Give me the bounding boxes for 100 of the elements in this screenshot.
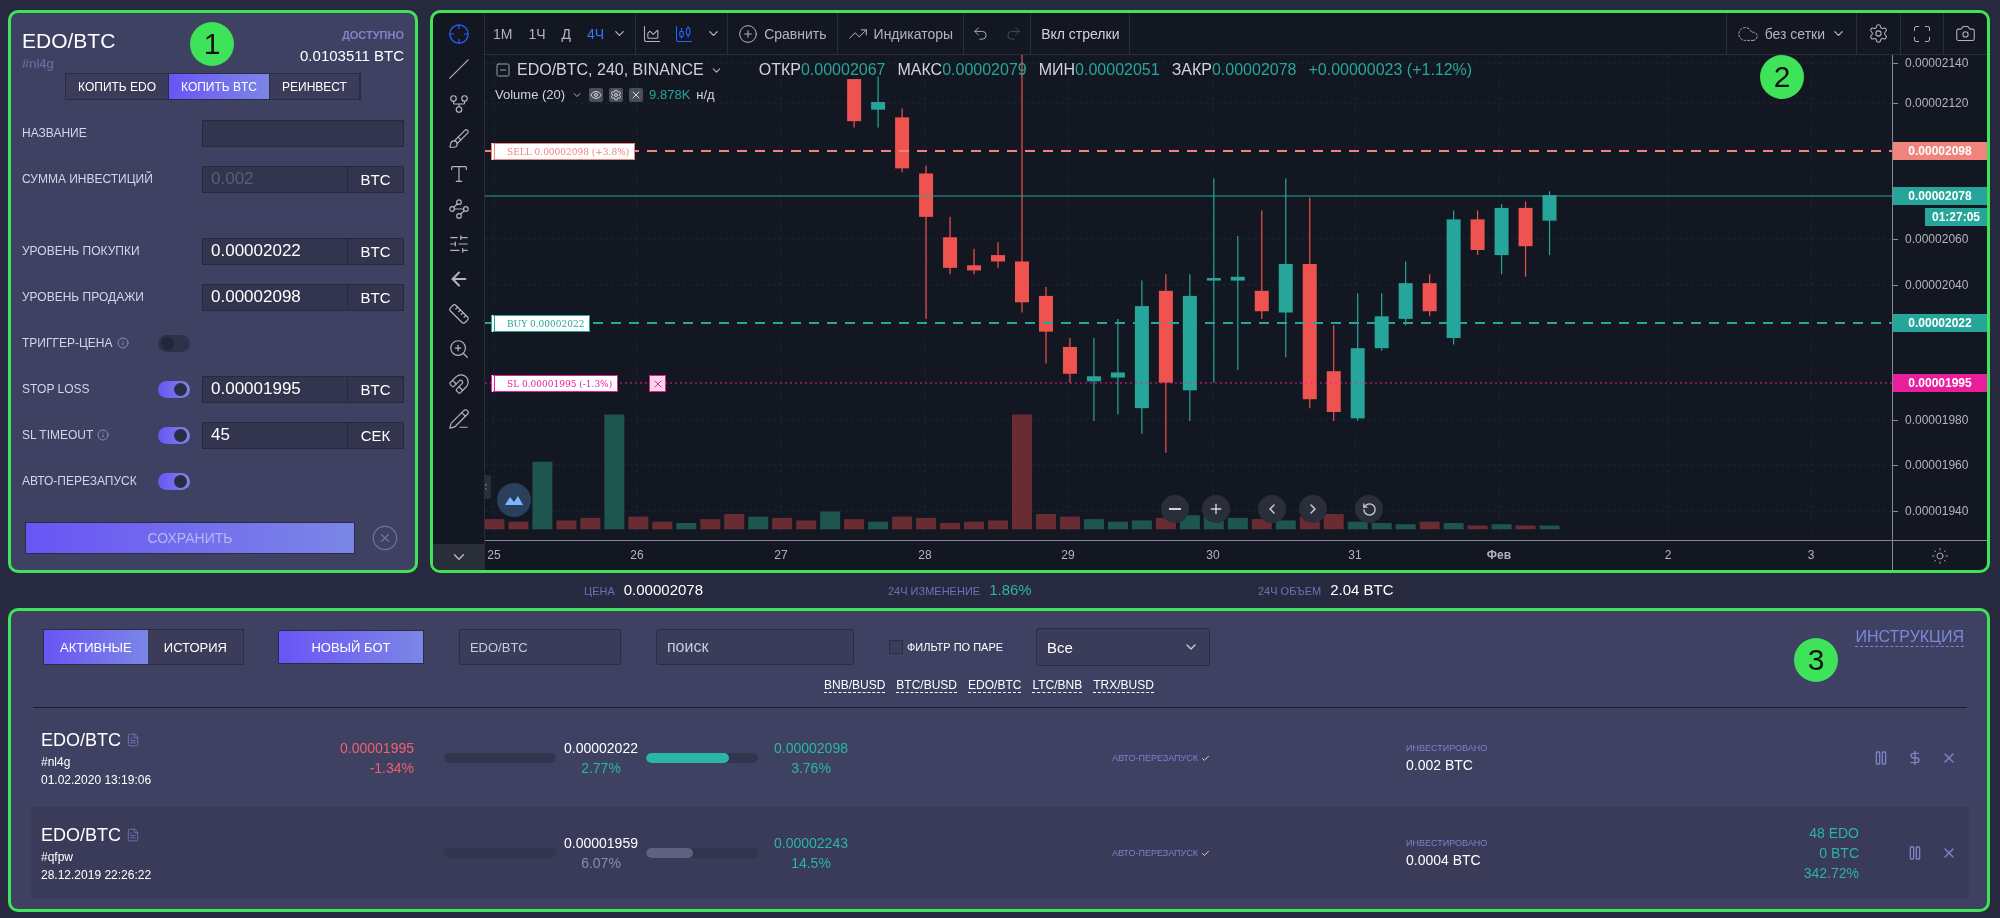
field-label: АВТО-ПЕРЕЗАПУСК bbox=[22, 474, 137, 488]
volume-bar bbox=[1347, 521, 1368, 530]
axis-tick-label: 25 bbox=[487, 548, 501, 562]
axis-tick-label: 27 bbox=[774, 548, 788, 562]
pause-icon[interactable] bbox=[1907, 845, 1923, 861]
bot-tag: #qfpw bbox=[41, 849, 74, 864]
symbol-title[interactable]: EDO/BTC, 240, BINANCE bbox=[517, 61, 704, 79]
zoom-in-button[interactable] bbox=[1202, 495, 1230, 523]
price-field[interactable]: 0.00002098 bbox=[202, 283, 348, 311]
field-label: УРОВЕНЬ ПОКУПКИ bbox=[22, 244, 140, 258]
pair-link[interactable]: EDO/BTC bbox=[968, 678, 1022, 693]
stat-label: 24Ч ИЗМЕНЕНИЕ bbox=[888, 585, 981, 597]
candle bbox=[1470, 209, 1485, 256]
unit-label: BTC bbox=[348, 237, 404, 265]
brush-icon[interactable] bbox=[447, 128, 470, 150]
axis-tick-label: 2 bbox=[1664, 548, 1672, 562]
interval-tab[interactable]: 1М bbox=[485, 25, 521, 42]
new-bot-button[interactable]: НОВЫЙ БОТ bbox=[277, 630, 424, 664]
collapse-icon[interactable] bbox=[495, 62, 511, 78]
pencil-icon[interactable] bbox=[447, 408, 470, 430]
toggle-switch[interactable] bbox=[158, 334, 190, 352]
ruler-icon[interactable] bbox=[447, 303, 470, 325]
grid-menu-button[interactable]: без сетки bbox=[1726, 13, 1856, 55]
arrows-toggle-button[interactable]: Вкл стрелки bbox=[1031, 13, 1130, 55]
bot-row[interactable]: EDO/BTC #nl4g 01.02.2020 13:19:06 0.00001995 -1.34% 0.00002022 2.77% 0.00002098 3.76% АВТО-ПЕРЕЗАПУСК ИНВЕСТИРОВАНО 0.002 BTC bbox=[31, 712, 1969, 804]
interval-tab[interactable]: Д bbox=[553, 25, 580, 42]
scroll-right-button[interactable] bbox=[1299, 495, 1327, 523]
pair-title: EDO/BTC bbox=[22, 29, 116, 53]
interval-tab[interactable]: 1Ч bbox=[520, 25, 554, 42]
line-tool-icon[interactable] bbox=[447, 58, 470, 80]
pair-link[interactable]: LTC/BNB bbox=[1032, 678, 1083, 693]
invested-value: 0.0004 BTC bbox=[1406, 852, 1481, 868]
buy-price: 0.00002022 bbox=[564, 740, 638, 756]
mode-tab[interactable]: РЕИНВЕСТ bbox=[270, 74, 360, 99]
bot-row[interactable]: EDO/BTC #qfpw 28.12.2019 22:26:22 0.00001959 6.07% 0.00002243 14.5% АВТО-ПЕРЕЗАПУСК ИНВЕСТИРОВАНО 0.0004 BTC 48 EDO 0 BTC 342.72% bbox=[31, 807, 1969, 899]
value-field[interactable]: 45 bbox=[202, 421, 348, 449]
pause-icon[interactable] bbox=[1873, 750, 1889, 766]
axis-tick-label: 3 bbox=[1807, 548, 1815, 562]
volume-bar bbox=[1131, 520, 1152, 530]
check-icon bbox=[1201, 848, 1210, 858]
scroll-left-button[interactable] bbox=[1258, 495, 1286, 523]
close-button[interactable] bbox=[629, 87, 644, 102]
volume-bar bbox=[1467, 525, 1488, 530]
indicators-button[interactable]: Индикаторы bbox=[837, 13, 964, 55]
volume-label[interactable]: Volume (20) bbox=[495, 87, 566, 102]
toggle-switch[interactable] bbox=[158, 380, 190, 398]
sun-icon[interactable] bbox=[1931, 546, 1949, 565]
price-field[interactable]: 0.00002022 bbox=[202, 237, 348, 265]
stat-value: 0.00002078 bbox=[623, 581, 703, 598]
search-field[interactable]: поиск bbox=[655, 629, 854, 665]
crosshair-icon[interactable] bbox=[447, 23, 470, 45]
collapse-button[interactable] bbox=[433, 544, 485, 570]
candle bbox=[943, 216, 958, 275]
logo-button[interactable] bbox=[497, 483, 531, 517]
field-label: СУММА ИНВЕСТИЦИЙ bbox=[22, 172, 153, 186]
plus-icon bbox=[1208, 501, 1224, 517]
mode-tab[interactable]: КОПИТЬ BTC bbox=[169, 74, 271, 99]
pattern-tool-icon[interactable] bbox=[447, 198, 470, 220]
stat-label: 24Ч ОБЪЕМ bbox=[1258, 585, 1322, 597]
levels-tool-icon[interactable] bbox=[447, 233, 470, 255]
candle bbox=[847, 78, 862, 129]
fork-tool-icon[interactable] bbox=[447, 93, 470, 115]
volume-bar bbox=[676, 522, 697, 530]
list-tab[interactable]: ИСТОРИЯ bbox=[147, 630, 243, 664]
field-label: УРОВЕНЬ ПРОДАЖИ bbox=[22, 290, 144, 304]
volume-bar bbox=[1107, 521, 1128, 530]
axis-tick-label: 0.00001940 bbox=[1893, 503, 1969, 519]
balance-value: 0 BTC bbox=[1819, 845, 1859, 861]
zoom-in-icon[interactable] bbox=[447, 338, 470, 360]
volume-bar bbox=[988, 520, 1008, 530]
sell-change: 14.5% bbox=[791, 855, 831, 871]
axis-tick-label: 0.00001980 bbox=[1893, 412, 1969, 428]
volume-bar bbox=[916, 517, 937, 530]
buy-price: 0.00001959 bbox=[564, 835, 638, 851]
minus-icon bbox=[1169, 508, 1181, 510]
pair-link[interactable]: BTC/BUSD bbox=[896, 678, 958, 693]
axis-tick-label: 0.00002120 bbox=[1893, 95, 1969, 111]
pair-link[interactable]: BNB/BUSD bbox=[824, 678, 886, 693]
bot-date: 01.02.2020 13:19:06 bbox=[41, 772, 152, 787]
list-tab[interactable]: АКТИВНЫЕ bbox=[44, 630, 148, 664]
mode-tab[interactable]: КОПИТЬ EDO bbox=[66, 74, 170, 99]
pair-link[interactable]: TRX/BUSD bbox=[1093, 678, 1154, 693]
zoom-out-button[interactable] bbox=[1161, 495, 1189, 523]
reset-button[interactable] bbox=[1355, 495, 1383, 523]
order-label[interactable]: SL 0.00001995 (-1.3%) bbox=[491, 375, 619, 392]
name-field[interactable] bbox=[202, 119, 404, 147]
toggle-switch[interactable] bbox=[158, 426, 190, 444]
eye-button[interactable] bbox=[589, 87, 604, 102]
status-select[interactable]: Все bbox=[1036, 628, 1211, 666]
magnet-icon[interactable] bbox=[447, 373, 470, 395]
toggle-switch[interactable] bbox=[158, 472, 190, 490]
interval-tab[interactable]: 4Ч bbox=[579, 25, 613, 42]
value-field[interactable]: 0.00001995 bbox=[202, 375, 348, 403]
invested-label: ИНВЕСТИРОВАНО bbox=[1406, 743, 1488, 753]
price-badge: 0.00002022 bbox=[1893, 314, 1987, 332]
dollar-icon[interactable] bbox=[1907, 750, 1923, 766]
checkbox[interactable] bbox=[888, 640, 903, 654]
settings-button[interactable] bbox=[609, 87, 624, 102]
pair-field[interactable]: EDO/BTC bbox=[458, 629, 621, 665]
compare-button[interactable]: Сравнить bbox=[728, 13, 837, 55]
